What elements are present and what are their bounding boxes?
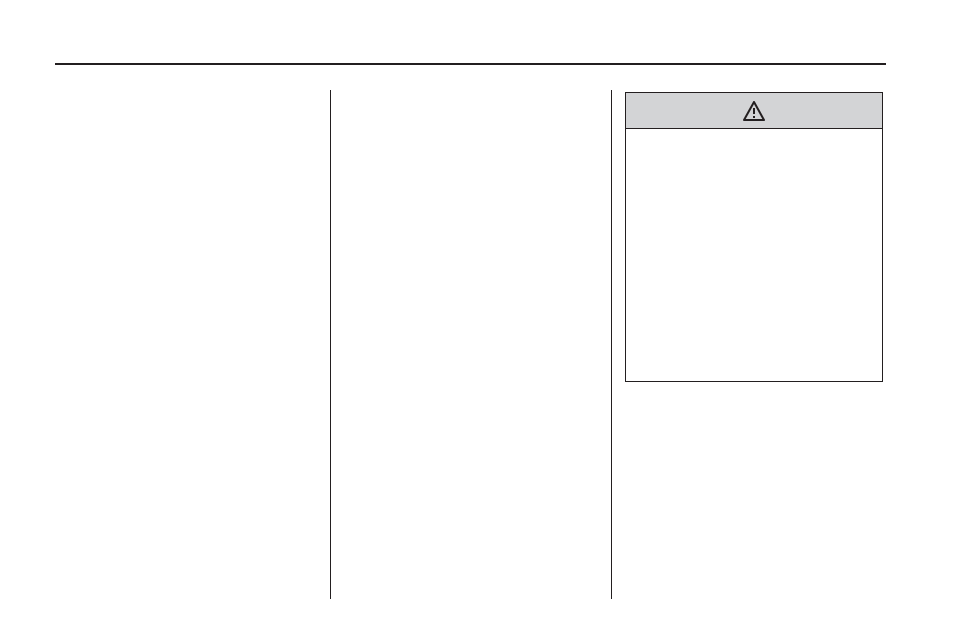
warning-box-header bbox=[626, 93, 882, 129]
document-page bbox=[0, 0, 954, 636]
warning-triangle-icon bbox=[743, 101, 765, 121]
warning-box-body bbox=[626, 129, 882, 381]
column-1 bbox=[60, 92, 315, 596]
warning-box bbox=[625, 92, 883, 382]
column-2 bbox=[345, 92, 595, 596]
column-divider-1 bbox=[330, 90, 331, 599]
header-rule bbox=[55, 63, 886, 65]
column-divider-2 bbox=[611, 90, 612, 599]
